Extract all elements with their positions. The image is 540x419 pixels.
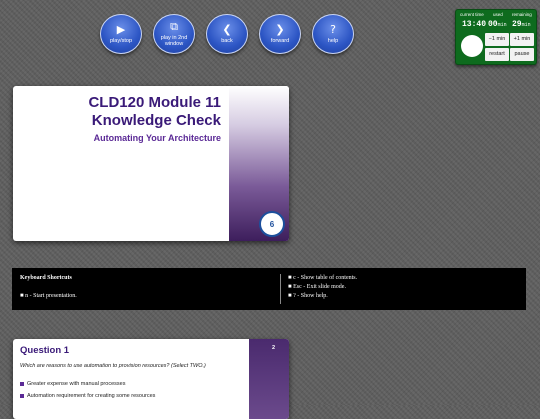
question-slide[interactable]: 2 Question 1 Which are reasons to use au… [13, 339, 289, 419]
play-stop-label: play/stop [109, 38, 132, 44]
play-second-window-button[interactable]: ⧉ play in 2nd window [153, 14, 195, 54]
pause-button[interactable]: pause [510, 48, 534, 61]
question-icon: ? [330, 23, 336, 36]
play-icon: ▶ [116, 23, 126, 36]
chevron-left-icon: ❮ [222, 23, 232, 36]
presentation-timer: current time used remaining 13:40 00min … [455, 9, 537, 65]
keyboard-shortcuts-panel: Keyboard Shortcuts ■ n - Start presentat… [12, 268, 526, 310]
forward-button[interactable]: ❯ forward [259, 14, 301, 54]
answer-option[interactable]: Greater expense with manual processes [20, 381, 125, 387]
restart-button[interactable]: restart [485, 48, 509, 61]
chevron-right-icon: ❯ [275, 23, 285, 36]
back-button[interactable]: ❮ back [206, 14, 248, 54]
shortcut-item: ■ c - Show table of contents. [288, 275, 358, 281]
used-label: used [493, 12, 503, 17]
question-title: Question 1 [20, 345, 70, 356]
help-button[interactable]: ? help [312, 14, 354, 54]
shortcuts-heading: Keyboard Shortcuts [20, 275, 72, 281]
slide-subtitle: Automating Your Architecture [93, 133, 221, 143]
current-time-label: current time [460, 12, 484, 17]
shortcut-item: ■ n - Start presentation. [20, 293, 77, 299]
help-label: help [327, 38, 339, 44]
play-second-window-label: play in 2nd window [160, 35, 188, 47]
timer-indicator [461, 35, 483, 57]
title-slide[interactable]: CLD120 Module 11 Knowledge Check Automat… [13, 86, 289, 241]
bullet-icon [20, 381, 24, 386]
used-value: 00min [488, 20, 507, 29]
answer-option[interactable]: Automation requirement for creating some… [20, 393, 155, 399]
windows-icon: ⧉ [170, 20, 178, 33]
slide-number: 2 [271, 345, 275, 351]
slide-gradient-band [249, 339, 289, 419]
play-stop-button[interactable]: ▶ play/stop [100, 14, 142, 54]
shortcut-item: ■ Esc - Exit slide mode. [288, 284, 346, 290]
logo: 6 [259, 211, 285, 237]
divider [280, 274, 281, 304]
plus-minute-button[interactable]: +1 min [510, 33, 534, 46]
shortcut-item: ■ ? - Show help. [288, 293, 328, 299]
question-text: Which are reasons to use automation to p… [20, 363, 206, 369]
remaining-label: remaining [512, 12, 532, 17]
forward-label: forward [270, 38, 290, 44]
slide-title: CLD120 Module 11 Knowledge Check [88, 94, 221, 129]
bullet-icon [20, 393, 24, 398]
remaining-value: 29min [512, 20, 531, 29]
back-label: back [221, 38, 233, 44]
current-time-value: 13:40 [462, 20, 487, 29]
minus-minute-button[interactable]: −1 min [485, 33, 509, 46]
